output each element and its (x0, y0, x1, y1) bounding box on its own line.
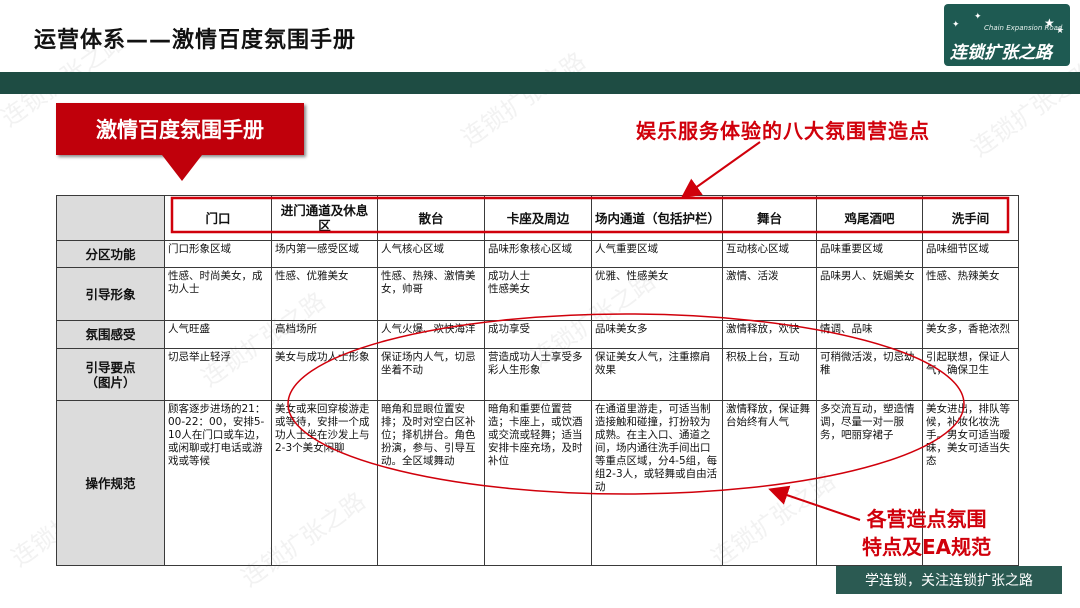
table-cell: 暗角和重要位置营造；卡座上，或饮酒或交流或轻舞；适当安排卡座充场，及时补位 (484, 400, 592, 566)
table-header-row: 门口 进门通道及休息区 散台 卡座及周边 场内通道（包括护栏） 舞台 鸡尾酒吧 … (56, 195, 1019, 241)
callout-top: 娱乐服务体验的八大氛围营造点 (636, 119, 930, 143)
page-title: 运营体系——激情百度氛围手册 (34, 28, 357, 53)
row-header: 分区功能 (56, 240, 165, 268)
column-header: 场内通道（包括护栏） (591, 195, 723, 241)
callout-bottom-line: 各营造点氛围 (866, 507, 987, 531)
column-header: 鸡尾酒吧 (816, 195, 923, 241)
callout-bottom: 各营造点氛围 特点及EA规范 (862, 505, 991, 561)
table-cell: 情调、品味 (816, 320, 923, 349)
top-callout-arrow-icon (680, 141, 761, 199)
brand-logo: ✦ ★ ★ ✦ Chain Expansion Road 连锁扩张之路 (944, 4, 1070, 66)
table-cell: 性感、热辣、激情美女，帅哥 (377, 267, 485, 321)
column-header: 洗手间 (922, 195, 1019, 241)
table-row: 引导要点 （图片） 切忌举止轻浮 美女与成功人士形象 保证场内人气，切忌坐着不动… (56, 348, 1019, 401)
table-cell: 激情、活泼 (722, 267, 817, 321)
table-cell: 性感、热辣美女 (922, 267, 1019, 321)
table-cell: 可稍微活泼，切忌幼稚 (816, 348, 923, 401)
table-cell: 激情释放，欢快 (722, 320, 817, 349)
table-cell: 激情释放，保证舞台始终有人气 (722, 400, 817, 566)
table-cell: 美女或来回穿梭游走或等待，安排一个成功人士坐在沙发上与2-3个美女闲聊 (271, 400, 378, 566)
row-header: 操作规范 (56, 400, 165, 566)
table-cell: 切忌举止轻浮 (164, 348, 272, 401)
callout-bottom-line: 特点及EA规范 (862, 535, 992, 559)
table-cell: 品味重要区域 (816, 240, 923, 268)
row-header: 引导形象 (56, 267, 165, 321)
table-row: 分区功能 门口形象区域 场内第一感受区域 人气核心区域 品味形象核心区域 人气重… (56, 240, 1019, 268)
table-cell: 品味细节区域 (922, 240, 1019, 268)
table-cell: 性感、时尚美女，成功人士 (164, 267, 272, 321)
table-cell: 人气火爆、欢快海洋 (377, 320, 485, 349)
table-cell: 成功人士 性感美女 (484, 267, 592, 321)
column-header: 舞台 (722, 195, 817, 241)
column-header: 门口 (164, 195, 272, 241)
table-row: 氛围感受 人气旺盛 高档场所 人气火爆、欢快海洋 成功享受 品味美女多 激情释放… (56, 320, 1019, 349)
footer-banner: 学连锁，关注连锁扩张之路 (836, 566, 1062, 594)
watermark-text: 连锁扩张之路 (456, 46, 591, 153)
section-tag: 激情百度氛围手册 (56, 103, 304, 155)
table-cell: 品味形象核心区域 (484, 240, 592, 268)
table-cell: 积极上台，互动 (722, 348, 817, 401)
star-icon: ✦ (952, 20, 960, 30)
table-cell: 顾客逐步进场的21：00-22：00，安排5-10人在门口或车边，或闲聊或打电话… (164, 400, 272, 566)
table-cell: 在通道里游走，可适当制造接触和碰撞，打扮较为成熟。在主入口、通道之间，场内通往洗… (591, 400, 723, 566)
tag-arrow-icon (162, 155, 202, 181)
star-icon: ✦ (974, 12, 982, 22)
header-band (0, 72, 1080, 94)
table-cell: 性感、优雅美女 (271, 267, 378, 321)
table-cell: 营造成功人士享受多彩人生形象 (484, 348, 592, 401)
table-cell: 美女多，香艳浓烈 (922, 320, 1019, 349)
table-cell: 品味美女多 (591, 320, 723, 349)
table-cell: 成功享受 (484, 320, 592, 349)
table-cell: 高档场所 (271, 320, 378, 349)
table-cell: 互动核心区域 (722, 240, 817, 268)
row-header: 氛围感受 (56, 320, 165, 349)
row-header: 引导要点 （图片） (56, 348, 165, 401)
table-cell: 品味男人、妩媚美女 (816, 267, 923, 321)
logo-name: 连锁扩张之路 (950, 43, 1052, 63)
table-cell: 门口形象区域 (164, 240, 272, 268)
table-cell: 暗角和显眼位置安排；及时对空白区补位；择机拼台。角色扮演，参与、引导互动。全区域… (377, 400, 485, 566)
watermark-text: 连锁扩张之路 (966, 56, 1080, 163)
table-cell: 人气重要区域 (591, 240, 723, 268)
table-cell: 保证场内人气，切忌坐着不动 (377, 348, 485, 401)
table-corner (56, 195, 165, 241)
table-cell: 场内第一感受区域 (271, 240, 378, 268)
table-cell: 人气旺盛 (164, 320, 272, 349)
table-cell: 美女与成功人士形象 (271, 348, 378, 401)
column-header: 进门通道及休息区 (271, 195, 378, 241)
table-cell: 优雅、性感美女 (591, 267, 723, 321)
table-cell: 人气核心区域 (377, 240, 485, 268)
table-cell: 保证美女人气，注重擦肩效果 (591, 348, 723, 401)
column-header: 卡座及周边 (484, 195, 592, 241)
column-header: 散台 (377, 195, 485, 241)
logo-subtitle: Chain Expansion Road (984, 24, 1063, 32)
table-cell: 引起联想，保证人气，确保卫生 (922, 348, 1019, 401)
table-row: 引导形象 性感、时尚美女，成功人士 性感、优雅美女 性感、热辣、激情美女，帅哥 … (56, 267, 1019, 321)
